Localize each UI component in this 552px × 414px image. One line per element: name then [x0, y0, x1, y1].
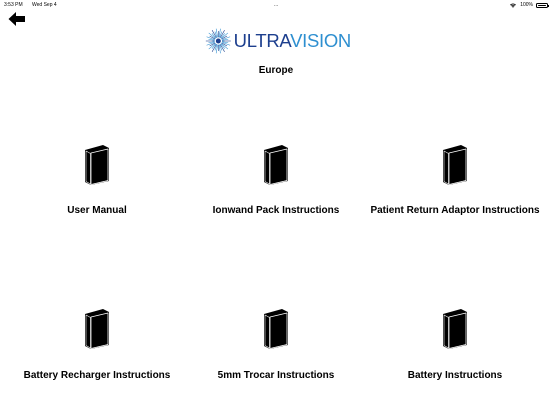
logo-wordmark: ULTRAVISION [233, 30, 352, 52]
multitasking-dots: ... [274, 2, 279, 8]
book-icon [264, 145, 288, 186]
document-item-battery-recharger[interactable]: Battery Recharger Instructions [5, 308, 189, 381]
wifi-icon [510, 2, 517, 8]
status-left: 3:53 PM Wed Sep 4 [4, 0, 65, 10]
document-label: Battery Recharger Instructions [23, 370, 171, 381]
book-icon [443, 309, 467, 350]
back-arrow-icon[interactable] [8, 11, 26, 27]
battery-percent: 100% [520, 2, 533, 8]
status-right: 100% [509, 0, 549, 10]
document-label: Patient Return Adaptor Instructions [370, 205, 540, 216]
logo-text-ultra: ULTRA [233, 30, 291, 51]
book-icon [85, 309, 109, 350]
book-icon [443, 145, 467, 186]
ultravision-logo: ULTRAVISION [205, 24, 351, 58]
document-item-ionwand-pack[interactable]: Ionwand Pack Instructions [184, 144, 368, 216]
document-label: Ionwand Pack Instructions [212, 205, 340, 216]
logo-text-vision: VISION [290, 30, 351, 51]
sunburst-logo-icon [205, 28, 231, 54]
status-date: Wed Sep 4 [32, 2, 57, 8]
document-label: 5mm Trocar Instructions [217, 370, 335, 381]
book-icon [264, 309, 288, 350]
document-item-user-manual[interactable]: User Manual [5, 144, 189, 216]
book-icon [85, 145, 109, 186]
document-item-patient-return-adaptor[interactable]: Patient Return Adaptor Instructions [363, 144, 547, 216]
document-item-5mm-trocar[interactable]: 5mm Trocar Instructions [184, 308, 368, 381]
document-item-battery[interactable]: Battery Instructions [363, 308, 547, 381]
region-title: Europe [258, 65, 294, 76]
status-time: 3:53 PM [4, 2, 23, 8]
sunburst-center [215, 38, 221, 44]
document-label: User Manual [67, 205, 127, 216]
status-bar: 3:53 PM Wed Sep 4 ... 100% [0, 0, 552, 10]
document-label: Battery Instructions [407, 370, 503, 381]
battery-icon [536, 2, 549, 8]
